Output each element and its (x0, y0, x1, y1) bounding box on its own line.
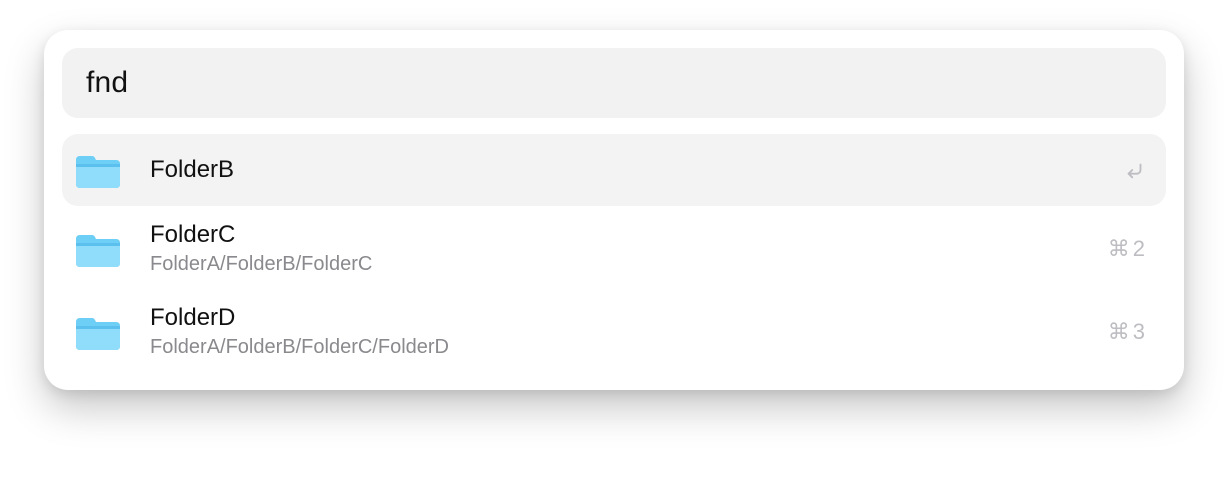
shortcut-hint: ⌘2 (1092, 236, 1146, 262)
command-palette: FolderB FolderC FolderA/FolderB/FolderC (44, 30, 1184, 390)
result-row[interactable]: FolderB (62, 134, 1166, 206)
folder-icon (74, 312, 122, 352)
shortcut-key: 2 (1133, 236, 1146, 262)
result-title: FolderD (150, 303, 1092, 333)
result-path: FolderA/FolderB/FolderC (150, 252, 1092, 277)
result-text: FolderB (150, 155, 1108, 185)
shortcut-hint: ⌘3 (1092, 319, 1146, 345)
results-list: FolderB FolderC FolderA/FolderB/FolderC (62, 134, 1166, 372)
result-path: FolderA/FolderB/FolderC/FolderD (150, 335, 1092, 360)
command-icon: ⌘ (1108, 236, 1131, 262)
result-title: FolderB (150, 155, 1108, 185)
result-title: FolderC (150, 220, 1092, 250)
result-text: FolderC FolderA/FolderB/FolderC (150, 220, 1092, 277)
result-text: FolderD FolderA/FolderB/FolderC/FolderD (150, 303, 1092, 360)
shortcut-key: 3 (1133, 319, 1146, 345)
result-row[interactable]: FolderC FolderA/FolderB/FolderC ⌘2 (62, 208, 1166, 289)
result-row[interactable]: FolderD FolderA/FolderB/FolderC/FolderD … (62, 291, 1166, 372)
folder-icon (74, 229, 122, 269)
search-bar[interactable] (62, 48, 1166, 118)
command-icon: ⌘ (1108, 319, 1131, 345)
enter-hint-icon (1108, 159, 1146, 181)
search-input[interactable] (86, 66, 1142, 100)
folder-icon (74, 150, 122, 190)
